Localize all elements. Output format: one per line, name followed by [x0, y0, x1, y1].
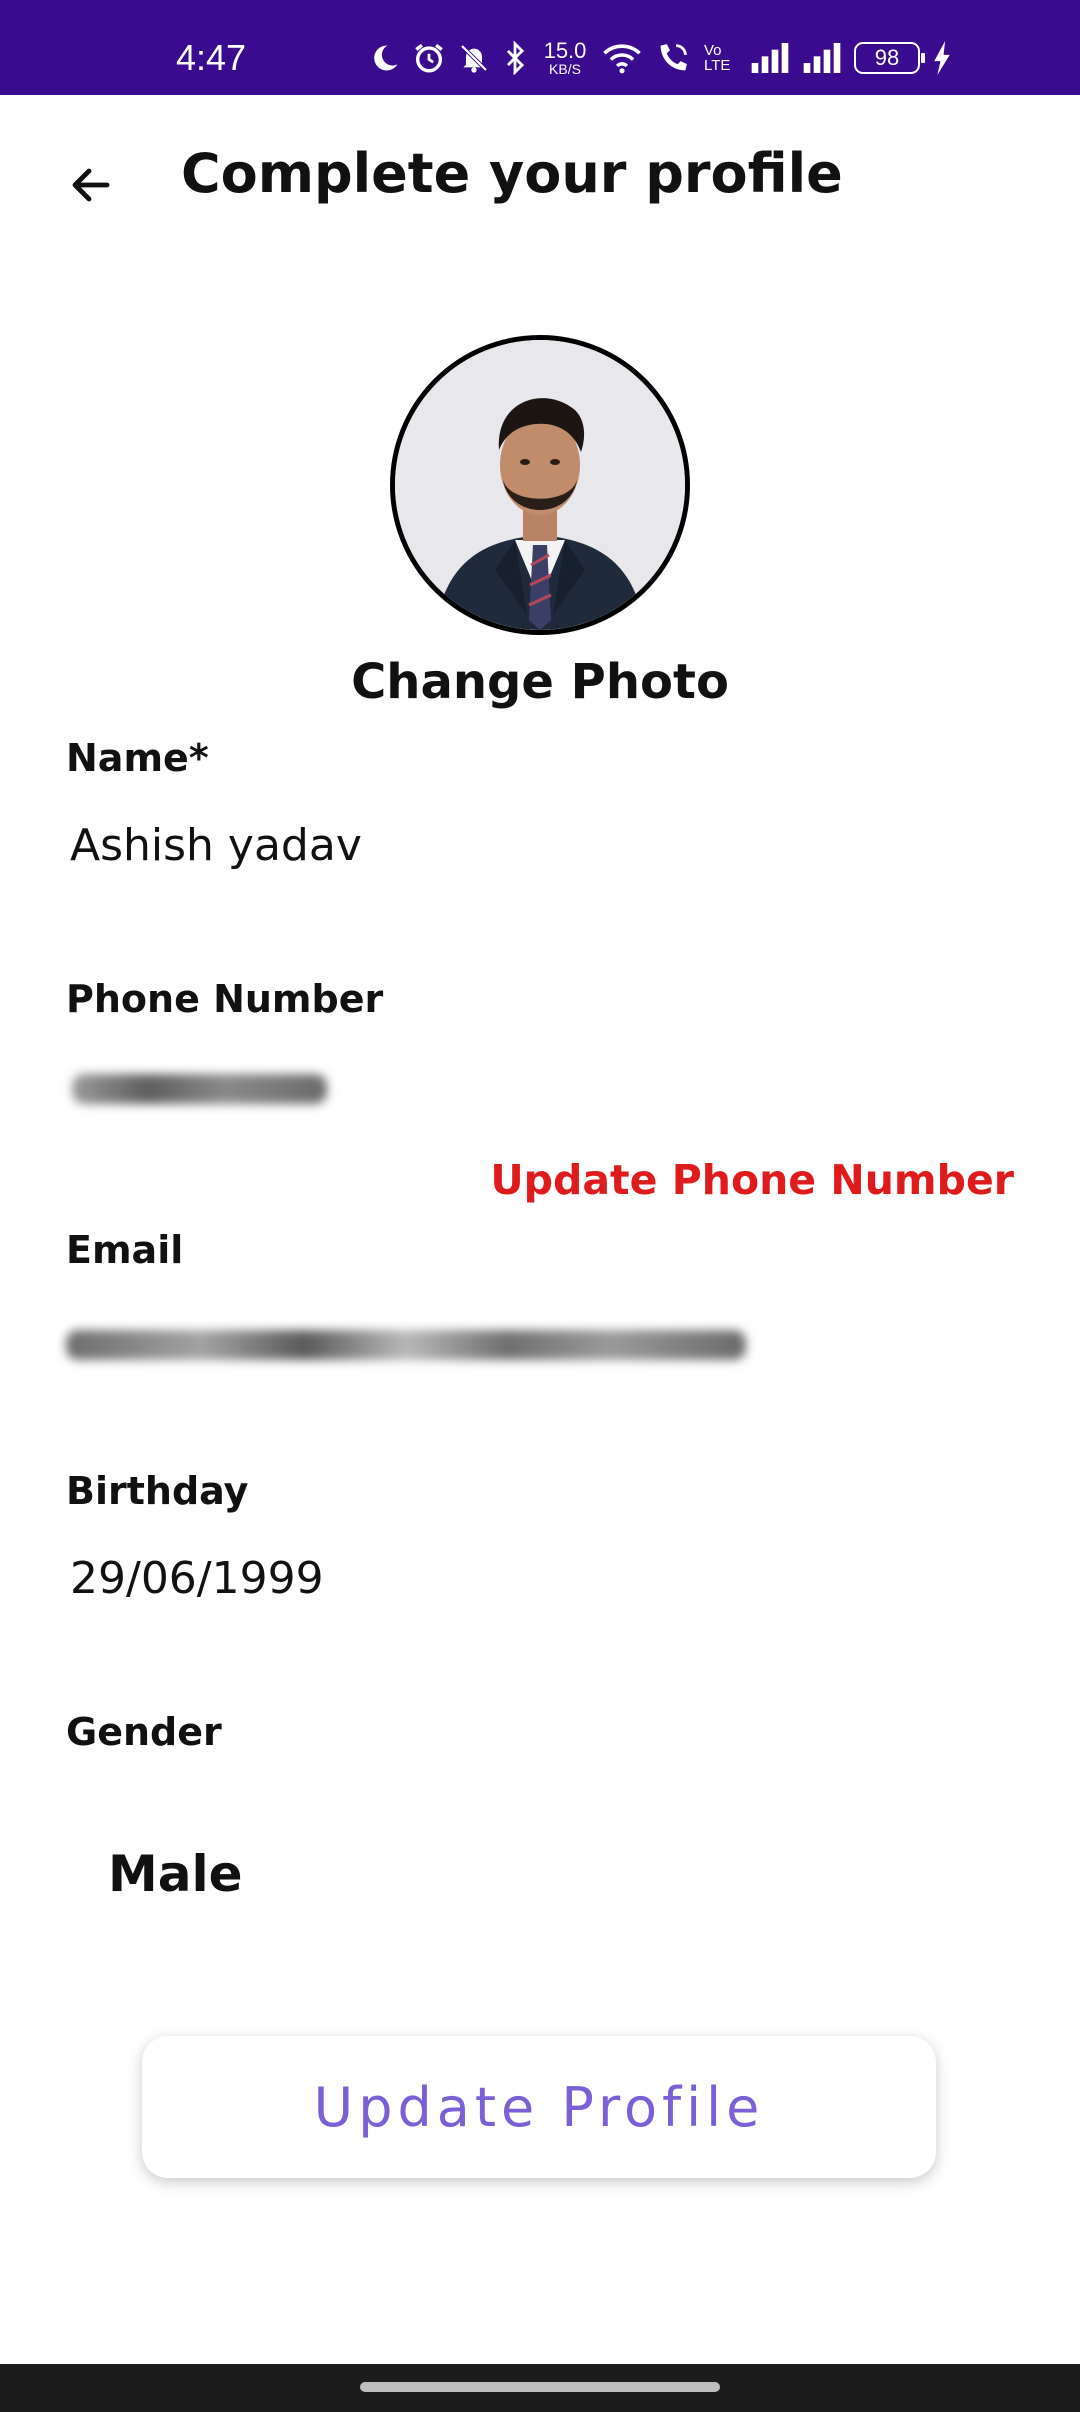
- update-phone-number-link[interactable]: Update Phone Number: [490, 1156, 1014, 1205]
- profile-photo: [395, 340, 685, 630]
- volte-indicator: Vo LTE: [704, 42, 731, 74]
- system-navigation-bar: [0, 2364, 1080, 2412]
- network-speed-unit: KB/S: [549, 61, 581, 77]
- blurred-phone-number: [72, 1074, 327, 1104]
- moon-icon: [370, 43, 400, 73]
- name-field[interactable]: Ashish yadav: [70, 820, 970, 873]
- gender-label: Gender: [66, 1710, 222, 1754]
- signal-icon-2: [802, 43, 842, 73]
- update-profile-button[interactable]: Update Profile: [142, 2036, 936, 2178]
- wifi-icon: [602, 42, 642, 74]
- charging-icon: [932, 41, 952, 75]
- birthday-label: Birthday: [66, 1469, 249, 1513]
- mute-bell-icon: [458, 42, 490, 74]
- gender-selector[interactable]: Male: [108, 1844, 243, 1904]
- email-label: Email: [66, 1228, 184, 1272]
- status-bar: 4:47 15.0 KB/S Vo LTE 98: [0, 0, 1080, 95]
- email-field[interactable]: [60, 1310, 760, 1380]
- name-label: Name*: [66, 736, 209, 780]
- arrow-left-icon: [67, 161, 115, 213]
- status-time: 4:47: [176, 37, 247, 78]
- blurred-email: [66, 1330, 746, 1360]
- page-title: Complete your profile: [181, 142, 843, 205]
- network-speed: 15.0 KB/S: [540, 38, 590, 77]
- phone-number-label: Phone Number: [66, 977, 384, 1021]
- network-speed-value: 15.0: [543, 38, 587, 63]
- avatar[interactable]: [390, 335, 690, 635]
- home-gesture-handle[interactable]: [360, 2382, 720, 2392]
- back-button[interactable]: [56, 152, 126, 222]
- status-icons: 15.0 KB/S Vo LTE 98: [370, 36, 952, 80]
- phone-number-field[interactable]: [66, 1060, 346, 1120]
- alarm-icon: [412, 41, 446, 75]
- change-photo-button[interactable]: Change Photo: [0, 654, 1080, 712]
- signal-icon-1: [750, 43, 790, 73]
- battery-indicator: 98: [854, 42, 925, 74]
- wifi-call-icon: [654, 41, 692, 75]
- birthday-field[interactable]: 29/06/1999: [70, 1553, 970, 1606]
- bluetooth-icon: [502, 41, 528, 75]
